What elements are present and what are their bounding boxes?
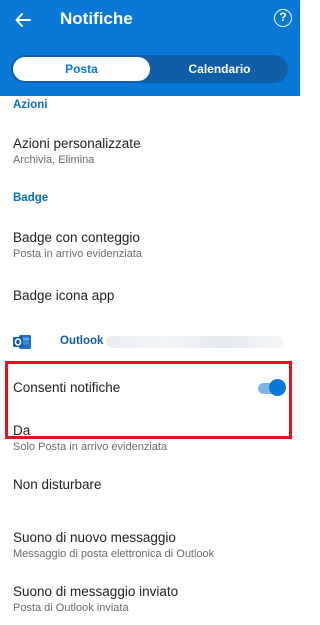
page-title: Notifiche — [60, 9, 133, 28]
section-title-badge: Badge — [13, 192, 49, 204]
outlook-logo-icon — [12, 332, 32, 352]
from-title: Da — [13, 423, 31, 438]
tab-posta[interactable]: Posta — [13, 57, 150, 81]
app-header: Notifiche ? Posta Calendario — [0, 0, 300, 96]
arrow-left-icon[interactable] — [12, 9, 34, 31]
from-value: Solo Posta in arrivo evidenziata — [13, 441, 168, 453]
toggle-knob — [269, 379, 286, 396]
item-title: Azioni personalizzate — [13, 136, 141, 151]
item-subtitle: Posta in arrivo evidenziata — [13, 248, 143, 260]
item-title: Badge con conteggio — [13, 230, 140, 245]
item-title: Non disturbare — [13, 477, 102, 492]
item-title: Suono di messaggio inviato — [13, 584, 179, 599]
help-icon[interactable]: ? — [274, 9, 292, 27]
item-title: Suono di nuovo messaggio — [13, 530, 176, 545]
highlight-box — [5, 361, 292, 439]
allow-notifications-toggle[interactable] — [256, 379, 286, 397]
item-subtitle: Posta di Outlook inviata — [13, 602, 129, 614]
item-title: Consenti notifiche — [13, 380, 121, 395]
section-title-actions: Azioni — [13, 99, 48, 111]
item-title: Badge icona app — [13, 288, 115, 303]
tab-calendario[interactable]: Calendario — [151, 55, 288, 83]
account-email-redacted — [106, 336, 284, 348]
mail-calendar-switch: Posta Calendario — [11, 55, 288, 83]
item-subtitle: Messaggio di posta elettronica di Outloo… — [13, 548, 215, 560]
account-name: Outlook · — [60, 335, 111, 347]
item-subtitle: Archivia, Elimina — [13, 154, 95, 166]
